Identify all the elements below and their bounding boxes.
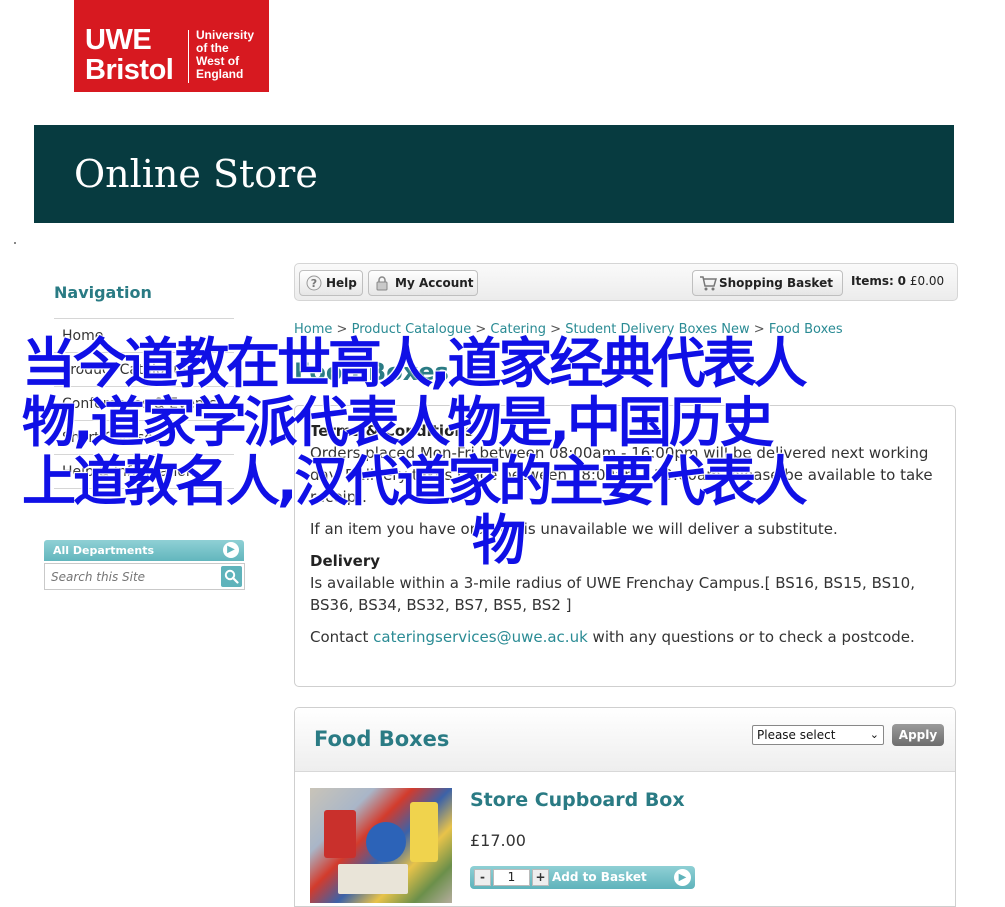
delivery-text: Is available within a 3-mile radius of U… bbox=[310, 574, 915, 614]
food-boxes-panel: Food Boxes Please select ⌄ Apply Store C… bbox=[294, 707, 956, 907]
contact-text: Contact cateringservices@uwe.ac.uk with … bbox=[310, 626, 950, 648]
overlay-text: 当今道教在世高人,道家经典代表人 物,道家学派代表人物是,中国历史 上道教名人,… bbox=[22, 334, 982, 570]
help-label: Help bbox=[326, 276, 357, 290]
logo-separator bbox=[188, 30, 189, 83]
items-count: 0 bbox=[897, 274, 906, 288]
product-name-link[interactable]: Store Cupboard Box bbox=[470, 789, 685, 811]
store-toolbar: ? Help My Account Shopping Basket Items:… bbox=[294, 263, 958, 301]
logo-uwe-text: UWE bbox=[85, 24, 152, 56]
quantity-decrease-button[interactable]: - bbox=[474, 869, 491, 886]
my-account-label: My Account bbox=[395, 276, 474, 290]
logo-university-text: University of the West of England bbox=[196, 29, 254, 81]
store-title: Online Store bbox=[74, 152, 318, 196]
search-icon bbox=[224, 569, 239, 584]
sort-select[interactable]: Please select ⌄ bbox=[752, 725, 884, 745]
help-button[interactable]: ? Help bbox=[299, 270, 363, 296]
logo-uni-line: England bbox=[196, 67, 244, 81]
shopping-basket-button[interactable]: Shopping Basket bbox=[692, 270, 843, 296]
svg-text:?: ? bbox=[311, 277, 317, 290]
items-label: Items: bbox=[851, 274, 894, 288]
product-image-item bbox=[338, 864, 408, 894]
help-icon: ? bbox=[306, 275, 322, 291]
add-to-basket-control: - 1 + Add to Basket ▶ bbox=[470, 866, 695, 889]
overlay-line: 物,道家学派代表人物是,中国历史 bbox=[22, 391, 774, 454]
sort-select-value: Please select bbox=[757, 728, 836, 742]
contact-prefix: Contact bbox=[310, 628, 374, 646]
decorative-dot bbox=[14, 242, 16, 244]
uwe-logo[interactable]: UWE Bristol University of the West of En… bbox=[74, 0, 269, 92]
overlay-line: 物 bbox=[472, 509, 526, 572]
quantity-increase-button[interactable]: + bbox=[532, 869, 549, 886]
chevron-right-icon[interactable]: ▶ bbox=[674, 869, 691, 886]
shopping-basket-label: Shopping Basket bbox=[719, 276, 833, 290]
basket-icon bbox=[700, 276, 717, 291]
apply-button[interactable]: Apply bbox=[892, 724, 944, 746]
contact-suffix: with any questions or to check a postcod… bbox=[587, 628, 915, 646]
product-image-item bbox=[410, 802, 438, 862]
overlay-line: 上道教名人,汉代道家的主要代表人 bbox=[22, 450, 808, 513]
product-image-item bbox=[366, 822, 406, 862]
basket-summary: Items: 0 £0.00 bbox=[851, 274, 944, 288]
quantity-input[interactable]: 1 bbox=[493, 869, 530, 886]
food-boxes-title: Food Boxes bbox=[314, 727, 450, 751]
add-to-basket-button[interactable]: Add to Basket bbox=[552, 866, 647, 889]
product-image[interactable] bbox=[310, 788, 452, 903]
food-boxes-header: Food Boxes Please select ⌄ Apply bbox=[295, 708, 955, 772]
store-banner: Online Store bbox=[34, 125, 954, 223]
chevron-down-icon: ⌄ bbox=[869, 728, 879, 741]
navigation-heading: Navigation bbox=[54, 283, 152, 302]
contact-email-link[interactable]: cateringservices@uwe.ac.uk bbox=[373, 628, 588, 646]
overlay-line: 当今道教在世高人,道家经典代表人 bbox=[22, 332, 808, 395]
lock-icon bbox=[376, 276, 388, 291]
product-image-item bbox=[324, 810, 356, 858]
logo-bristol-text: Bristol bbox=[85, 54, 174, 86]
basket-total: £0.00 bbox=[909, 274, 945, 288]
product-price: £17.00 bbox=[470, 831, 526, 850]
my-account-button[interactable]: My Account bbox=[368, 270, 478, 296]
